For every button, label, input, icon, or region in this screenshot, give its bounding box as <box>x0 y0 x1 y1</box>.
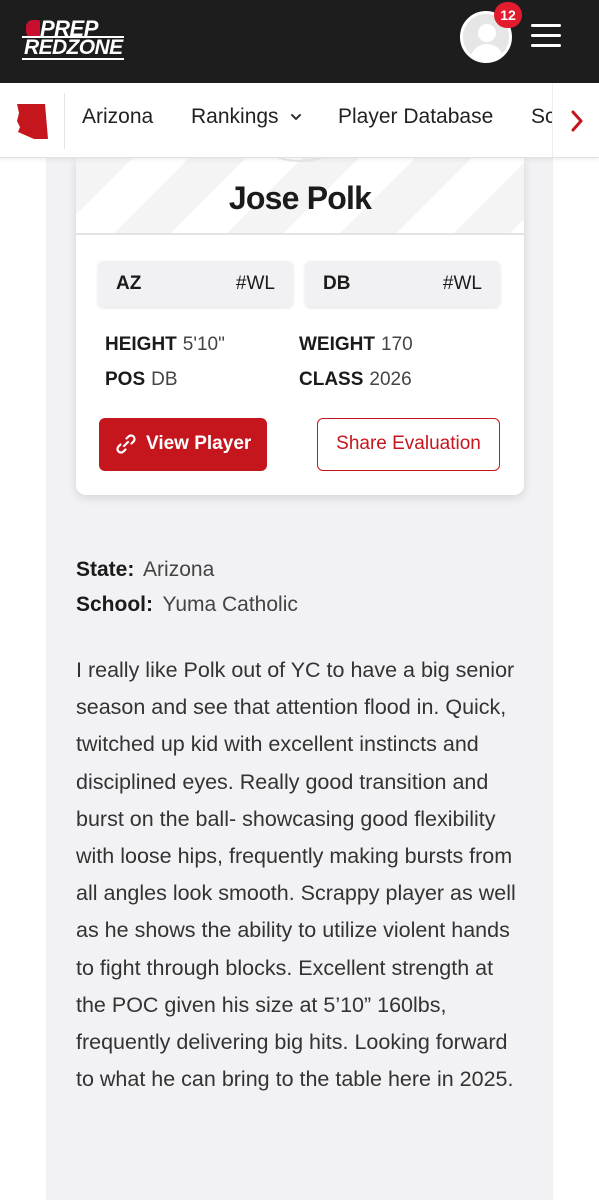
weight-stat: WEIGHT 170 <box>299 334 413 355</box>
arizona-state-icon[interactable] <box>14 101 50 141</box>
position-rank-pill: DB #WL <box>305 261 500 307</box>
pill-position: DB <box>323 273 351 294</box>
nav-item-player-database[interactable]: Player Database <box>338 105 493 129</box>
link-icon <box>116 434 136 454</box>
notification-badge[interactable]: 12 <box>494 2 522 28</box>
logo-text-bottom: REDZONE <box>22 36 125 60</box>
position-stat: POS DB <box>105 369 178 390</box>
player-card-header: Jose Polk <box>76 158 524 235</box>
chevron-right-icon <box>571 110 583 132</box>
pill-state-rank: #WL <box>235 273 275 294</box>
hamburger-menu-icon[interactable] <box>531 24 561 50</box>
pill-position-rank: #WL <box>442 273 482 294</box>
state-navigation-bar: Arizona Rankings Player Database Sc <box>0 83 599 158</box>
prep-redzone-logo[interactable]: PREP REDZONE <box>22 14 154 62</box>
view-player-button[interactable]: View Player <box>99 418 267 471</box>
nav-item-rankings-label: Rankings <box>191 105 279 128</box>
share-evaluation-button[interactable]: Share Evaluation <box>317 418 500 471</box>
pill-state: AZ <box>116 273 142 294</box>
nav-scroll-right-button[interactable] <box>552 83 599 157</box>
evaluation-text: I really like Polk out of YC to have a b… <box>76 658 516 1092</box>
nav-item-arizona[interactable]: Arizona <box>82 105 153 129</box>
player-card: Jose Polk AZ #WL DB #WL HEIGHT 5'10" WEIG… <box>76 158 524 495</box>
school-detail: School: Yuma Catholic <box>76 593 298 616</box>
player-name: Jose Polk <box>228 180 372 216</box>
view-player-label: View Player <box>146 433 252 454</box>
chevron-down-icon <box>291 114 302 121</box>
class-stat: CLASS 2026 <box>299 369 412 390</box>
state-rank-pill: AZ #WL <box>98 261 293 307</box>
state-detail: State: Arizona <box>76 558 215 581</box>
player-photo-edge <box>260 158 340 162</box>
nav-item-rankings[interactable]: Rankings <box>191 105 302 129</box>
height-stat: HEIGHT 5'10" <box>105 334 225 355</box>
top-header-bar: PREP REDZONE 12 <box>0 0 599 83</box>
